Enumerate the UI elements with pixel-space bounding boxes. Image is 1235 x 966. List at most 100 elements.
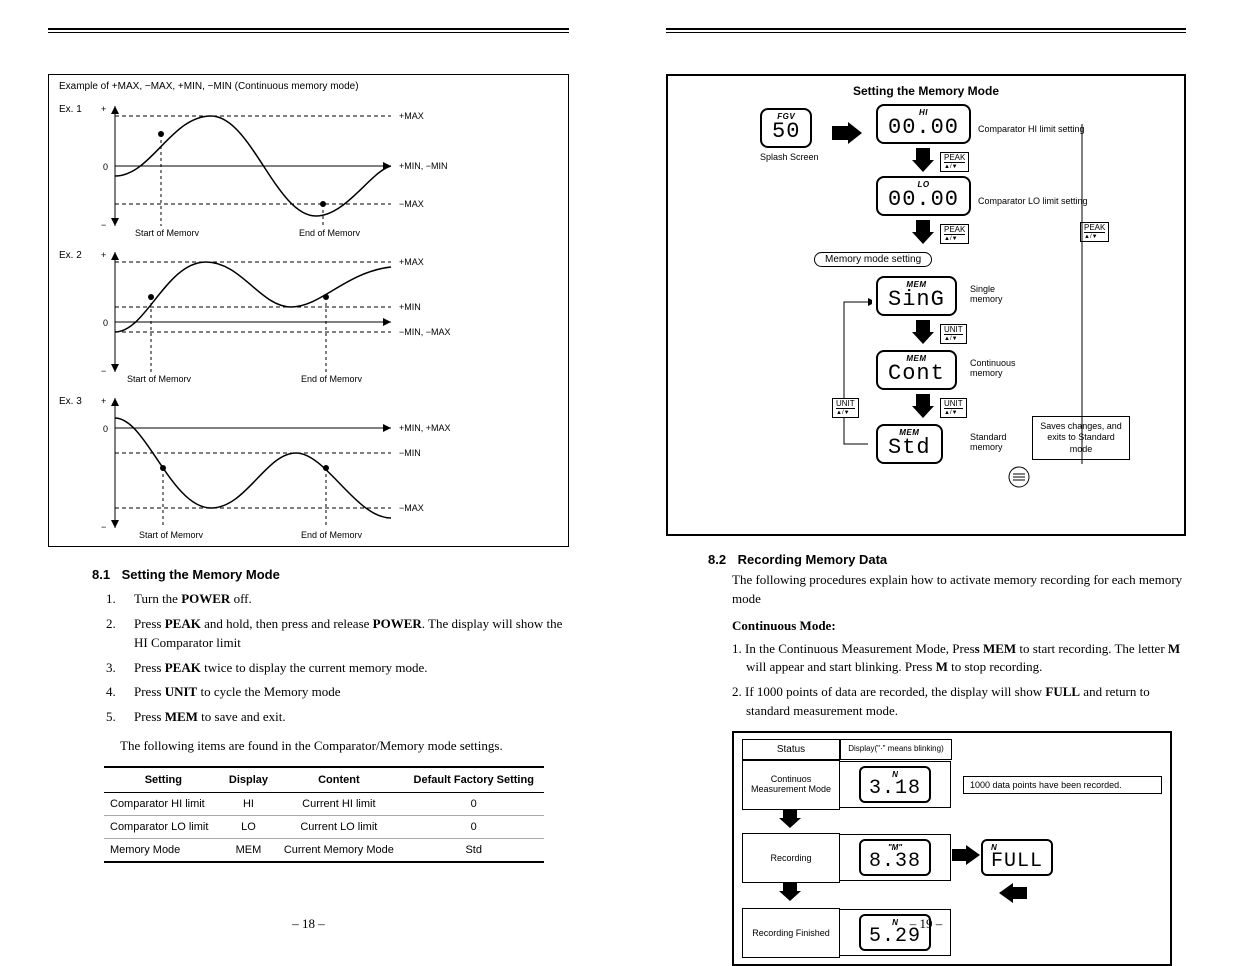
svg-text:+MIN, −MIN: +MIN, −MIN — [399, 161, 448, 171]
svg-text:0: 0 — [103, 162, 108, 172]
single-label: Single memory — [970, 284, 1030, 304]
svg-text:End of Memory: End of Memory — [301, 374, 363, 382]
svg-text:+: + — [101, 396, 106, 406]
peak-button-icon: PEAK▲/▼ — [940, 224, 969, 244]
lcd-status-2: "M"8.38 — [859, 839, 931, 876]
table-row: Comparator HI limitHICurrent HI limit0 — [104, 792, 544, 815]
mem-button-icon — [1008, 466, 1030, 493]
section-8-1-steps: 1.Turn the POWER off. 2.Press PEAK and h… — [120, 590, 569, 727]
svg-text:+: + — [101, 104, 106, 114]
svg-text:+MIN: +MIN — [399, 302, 421, 312]
standard-label: Standard memory — [970, 432, 1030, 452]
table-row: Comparator LO limitLOCurrent LO limit0 — [104, 815, 544, 838]
display-col-header: Display("·" means blinking) — [840, 739, 952, 760]
step-5: 5.Press MEM to save and exit. — [120, 708, 569, 727]
page-19: Setting the Memory Mode FGV 50 Splash Sc… — [617, 0, 1234, 954]
hi-label: Comparator HI limit setting — [978, 124, 1085, 134]
status-col-header: Status — [742, 739, 840, 760]
col-default: Default Factory Setting — [403, 767, 544, 793]
svg-text:0: 0 — [103, 318, 108, 328]
page-18: Example of +MAX, −MAX, +MIN, −MIN (Conti… — [0, 0, 617, 954]
example-3-label: Ex. 3 — [59, 388, 91, 407]
section-8-2-heading: 8.2 Recording Memory Data — [708, 552, 1186, 567]
unit-button-icon: UNIT▲/▼ — [940, 324, 967, 344]
section-8-1-heading: 8.1 Setting the Memory Mode — [92, 567, 569, 582]
flow-diagram: FGV 50 Splash Screen HI 00.00 Comparato — [676, 104, 1176, 524]
svg-text:−: − — [101, 366, 106, 376]
svg-text:−MIN: −MIN — [399, 448, 421, 458]
memory-mode-flow-box: Setting the Memory Mode FGV 50 Splash Sc… — [666, 74, 1186, 536]
svg-text:End of Memory: End of Memory — [299, 228, 361, 236]
memory-mode-setting-label: Memory mode setting — [814, 252, 932, 267]
example-1-chart: + − 0 Start of Memory End of Memory +MAX — [91, 96, 511, 236]
top-rule — [48, 28, 569, 33]
table-row: Memory ModeMEMCurrent Memory ModeStd — [104, 838, 544, 862]
section-8-2-intro: The following procedures explain how to … — [732, 571, 1186, 609]
settings-table: Setting Display Content Default Factory … — [104, 766, 544, 863]
arrow-down-icon — [912, 148, 934, 177]
svg-text:+: + — [101, 250, 106, 260]
page-spread: Example of +MAX, −MAX, +MIN, −MIN (Conti… — [0, 0, 1235, 954]
section-8-1-number: 8.1 — [92, 567, 118, 582]
memory-mode-examples-box: Example of +MAX, −MAX, +MIN, −MIN (Conti… — [48, 74, 569, 547]
svg-text:+MAX: +MAX — [399, 257, 424, 267]
section-8-1-note: The following items are found in the Com… — [120, 737, 569, 756]
arrow-right-icon — [832, 122, 862, 144]
flow-title: Setting the Memory Mode — [676, 84, 1176, 98]
arrow-down-icon — [912, 320, 934, 349]
lcd-status-1: N3.18 — [859, 766, 931, 803]
svg-text:0: 0 — [103, 424, 108, 434]
arrow-right-icon — [951, 845, 981, 870]
arrow-down-icon — [742, 810, 838, 833]
lcd-lo: LO 00.00 — [876, 176, 971, 216]
loop-arrow-icon — [838, 294, 872, 459]
examples-title: Example of +MAX, −MAX, +MIN, −MIN (Conti… — [59, 81, 558, 92]
example-3: Ex. 3 + − 0 Start o — [59, 388, 558, 538]
lcd-splash: FGV 50 — [760, 108, 812, 148]
arrow-left-icon — [978, 883, 1048, 908]
peak-button-icon: PEAK▲/▼ — [940, 152, 969, 172]
svg-text:−: − — [101, 522, 106, 532]
arrow-down-icon — [912, 220, 934, 249]
page-number: – 19 – — [618, 916, 1234, 932]
svg-text:−MAX: −MAX — [399, 199, 424, 209]
example-2-chart: + − 0 Start of Memory End of Memory +MAX… — [91, 242, 511, 382]
full-data-label: 1000 data points have been recorded. — [963, 776, 1162, 794]
step-4: 4.Press UNIT to cycle the Memory mode — [120, 683, 569, 702]
step-3: 3.Press PEAK twice to display the curren… — [120, 659, 569, 678]
example-3-chart: + − 0 Start of Memory End of Memory +MIN… — [91, 388, 511, 538]
step-2: 2.Press PEAK and hold, then press and re… — [120, 615, 569, 653]
arrow-down-icon — [912, 394, 934, 423]
page-number: – 18 – — [0, 916, 617, 932]
section-8-1-title: Setting the Memory Mode — [122, 567, 280, 582]
lcd-standard: MEM Std — [876, 424, 943, 464]
arrow-down-icon — [742, 883, 838, 908]
svg-text:Start of Memory: Start of Memory — [139, 530, 204, 538]
svg-text:End of Memory: End of Memory — [301, 530, 363, 538]
svg-text:−MIN, −MAX: −MIN, −MAX — [399, 327, 451, 337]
step-2: 2. If 1000 points of data are recorded, … — [732, 683, 1186, 721]
svg-text:−MAX: −MAX — [399, 503, 424, 513]
col-setting: Setting — [104, 767, 223, 793]
svg-text:Start of Memory: Start of Memory — [135, 228, 200, 236]
section-8-2-number: 8.2 — [708, 552, 734, 567]
step-1: 1. In the Continuous Measurement Mode, P… — [732, 640, 1186, 678]
section-8-2-steps: 1. In the Continuous Measurement Mode, P… — [732, 640, 1186, 721]
flow-line — [1076, 124, 1088, 479]
lo-label: Comparator LO limit setting — [978, 196, 1088, 206]
svg-text:+MIN, +MAX: +MIN, +MAX — [399, 423, 451, 433]
status-label: Recording — [742, 833, 840, 883]
top-rule — [666, 28, 1186, 33]
step-1: 1.Turn the POWER off. — [120, 590, 569, 609]
example-1-label: Ex. 1 — [59, 96, 91, 115]
continuous-mode-heading: Continuous Mode: — [732, 617, 1186, 636]
status-label: Continuos Measurement Mode — [742, 760, 840, 810]
section-8-2-title: Recording Memory Data — [738, 552, 888, 567]
svg-text:Start of Memory: Start of Memory — [127, 374, 192, 382]
example-1: Ex. 1 + − 0 — [59, 96, 558, 236]
col-content: Content — [274, 767, 403, 793]
unit-button-icon: UNIT▲/▼ — [832, 398, 859, 418]
svg-text:+MAX: +MAX — [399, 111, 424, 121]
col-display: Display — [223, 767, 275, 793]
example-2-label: Ex. 2 — [59, 242, 91, 261]
